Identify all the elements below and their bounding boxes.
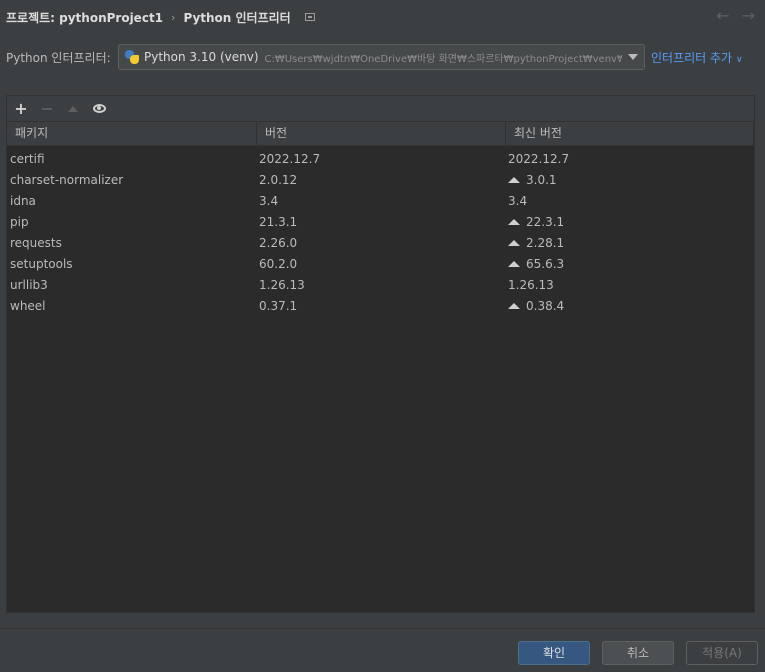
- table-row[interactable]: urllib3 1.26.13 1.26.13: [7, 274, 754, 295]
- package-name-cell: wheel: [10, 298, 46, 313]
- upgrade-available-icon: [508, 260, 520, 267]
- version-cell: 60.2.0: [259, 256, 298, 271]
- arrow-up-icon[interactable]: [66, 102, 80, 116]
- latest-version-label: 65.6.3: [526, 256, 565, 271]
- cancel-button[interactable]: 취소: [602, 641, 674, 665]
- latest-version-cell: 2022.12.7: [506, 152, 754, 166]
- latest-version-label: 3.4: [508, 193, 528, 208]
- ok-button[interactable]: 확인: [518, 641, 590, 665]
- back-arrow-icon[interactable]: ←: [716, 6, 729, 25]
- forward-arrow-icon[interactable]: →: [742, 6, 755, 25]
- latest-version-cell: 3.0.1: [506, 173, 754, 187]
- page-title: Python 인터프리터: [183, 10, 291, 25]
- latest-version-label: 2022.12.7: [508, 151, 570, 166]
- latest-version-label: 1.26.13: [508, 277, 554, 292]
- chevron-down-icon: ∨: [735, 54, 743, 65]
- column-header-latest[interactable]: 최신 버전: [506, 122, 754, 145]
- latest-version-cell: 22.3.1: [506, 215, 754, 229]
- version-cell: 2.26.0: [259, 235, 298, 250]
- dropdown-arrow-icon[interactable]: [628, 54, 638, 60]
- packages-toolbar: + −: [7, 96, 754, 121]
- add-interpreter-link[interactable]: 인터프리터 추가 ∨: [651, 49, 743, 66]
- minus-icon[interactable]: −: [40, 100, 54, 116]
- chevron-right-icon: ›: [171, 10, 176, 24]
- interpreter-select[interactable]: Python 3.10 (venv) C:₩Users₩wjdtn₩OneDri…: [118, 44, 645, 70]
- latest-version-label: 22.3.1: [526, 214, 565, 229]
- latest-version-cell: 3.4: [506, 194, 754, 208]
- breadcrumb-project[interactable]: 프로젝트: pythonProject1: [6, 9, 163, 26]
- upgrade-available-icon: [508, 218, 520, 225]
- table-row[interactable]: pip 21.3.1 22.3.1: [7, 211, 754, 232]
- table-header: 패키지 버전 최신 버전: [7, 121, 754, 146]
- package-name-cell: certifi: [10, 151, 45, 166]
- version-cell: 3.4: [259, 193, 279, 208]
- upgrade-available-icon: [508, 239, 520, 246]
- interpreter-path: C:₩Users₩wjdtn₩OneDrive₩바탕 화면₩스파르타₩pytho…: [264, 53, 639, 65]
- eye-icon[interactable]: [92, 102, 106, 116]
- table-row[interactable]: charset-normalizer 2.0.12 3.0.1: [7, 169, 754, 190]
- version-cell: 1.26.13: [259, 277, 305, 292]
- table-row[interactable]: requests 2.26.0 2.28.1: [7, 232, 754, 253]
- version-cell: 21.3.1: [259, 214, 298, 229]
- column-header-package[interactable]: 패키지: [7, 122, 257, 145]
- upgrade-available-icon: [508, 302, 520, 309]
- package-name-cell: idna: [10, 193, 36, 208]
- latest-version-cell: 0.38.4: [506, 299, 754, 313]
- package-name-cell: requests: [10, 235, 62, 250]
- interpreter-label: Python 인터프리터:: [6, 50, 111, 65]
- packages-panel: + − 패키지 버전 최신 버전 certifi 2022.12.7 2022.12…: [6, 95, 755, 613]
- table-row[interactable]: certifi 2022.12.7 2022.12.7: [7, 148, 754, 169]
- version-cell: 2.0.12: [259, 172, 298, 187]
- table-row[interactable]: setuptools 60.2.0 65.6.3: [7, 253, 754, 274]
- latest-version-label: 2.28.1: [526, 235, 565, 250]
- footer-divider: [0, 628, 765, 629]
- latest-version-cell: 1.26.13: [506, 278, 754, 292]
- latest-version-label: 0.38.4: [526, 298, 565, 313]
- pin-tab-icon[interactable]: [304, 13, 315, 21]
- package-name-cell: urllib3: [10, 277, 48, 292]
- package-name-cell: pip: [10, 214, 29, 229]
- history-navigation: ← →: [716, 6, 755, 25]
- latest-version-cell: 65.6.3: [506, 257, 754, 271]
- latest-version-label: 3.0.1: [526, 172, 557, 187]
- table-row[interactable]: wheel 0.37.1 0.38.4: [7, 295, 754, 316]
- latest-version-cell: 2.28.1: [506, 236, 754, 250]
- version-cell: 2022.12.7: [259, 151, 321, 166]
- plus-icon[interactable]: +: [14, 100, 28, 116]
- version-cell: 0.37.1: [259, 298, 298, 313]
- packages-table: 패키지 버전 최신 버전 certifi 2022.12.7 2022.12.7 ch…: [7, 121, 754, 612]
- apply-button[interactable]: 적용(A): [686, 641, 758, 665]
- table-row[interactable]: idna 3.4 3.4: [7, 190, 754, 211]
- interpreter-name: Python 3.10 (venv): [144, 50, 259, 64]
- package-name-cell: setuptools: [10, 256, 73, 271]
- column-header-version[interactable]: 버전: [257, 122, 506, 145]
- breadcrumb: 프로젝트: pythonProject1 › Python 인터프리터: [6, 7, 315, 27]
- table-body: certifi 2022.12.7 2022.12.7 charset-normali…: [7, 146, 754, 316]
- python-icon: [124, 49, 140, 65]
- upgrade-available-icon: [508, 176, 520, 183]
- package-name-cell: charset-normalizer: [10, 172, 124, 187]
- interpreter-row: Python 인터프리터: Python 3.10 (venv) C:₩User…: [6, 44, 753, 70]
